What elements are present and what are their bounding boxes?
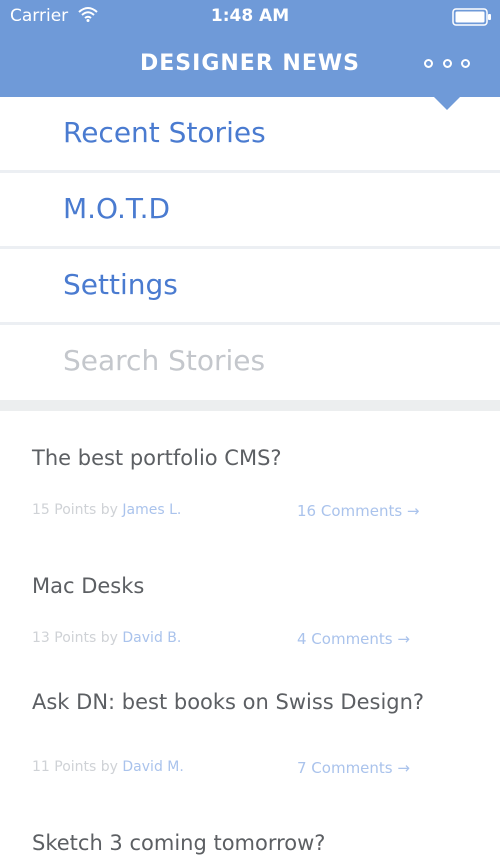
comments-link[interactable]: 7 Comments → <box>297 759 410 777</box>
story-title[interactable]: Ask DN: best books on Swiss Design? <box>32 688 432 716</box>
story-title[interactable]: Mac Desks <box>32 572 432 600</box>
story-item[interactable]: Sketch 3 coming tomorrow? <box>0 798 500 860</box>
menu-item-recent-stories[interactable]: Recent Stories <box>0 97 500 173</box>
search-input[interactable]: Search Stories <box>0 325 500 398</box>
comments-link[interactable]: 16 Comments → <box>297 502 420 520</box>
more-dot-icon <box>461 58 470 68</box>
menu-item-motd[interactable]: M.O.T.D <box>0 173 500 249</box>
more-options-button[interactable] <box>424 54 470 72</box>
search-placeholder: Search Stories <box>63 344 266 377</box>
story-item[interactable]: Ask DN: best books on Swiss Design? 11 P… <box>0 669 500 799</box>
clock: 1:48 AM <box>210 6 290 26</box>
more-dot-icon <box>424 58 433 68</box>
story-title[interactable]: The best portfolio CMS? <box>32 444 432 472</box>
story-author[interactable]: James L. <box>122 502 181 518</box>
story-meta: 15 Points by James L. <box>32 502 181 518</box>
menu-item-label: M.O.T.D <box>63 192 171 225</box>
battery-icon <box>452 8 491 26</box>
story-meta: 11 Points by David M. <box>32 759 184 775</box>
section-divider <box>0 400 500 411</box>
navigation-header: Carrier 1:48 AM DESIGNER NEWS <box>0 0 500 97</box>
story-meta: 13 Points by David B. <box>32 630 181 646</box>
menu-pointer-icon <box>434 97 460 110</box>
story-item[interactable]: The best portfolio CMS? 15 Points by Jam… <box>0 411 500 541</box>
comments-link[interactable]: 4 Comments → <box>297 630 410 648</box>
story-author[interactable]: David B. <box>122 630 181 646</box>
story-author[interactable]: David M. <box>122 759 183 775</box>
menu-item-label: Recent Stories <box>63 116 266 149</box>
story-points: 13 Points by <box>32 630 118 646</box>
status-bar: Carrier 1:48 AM <box>0 0 500 32</box>
story-points: 15 Points by <box>32 502 118 518</box>
more-dot-icon <box>442 58 452 68</box>
story-points: 11 Points by <box>32 759 118 775</box>
menu-item-label: Settings <box>63 268 178 301</box>
story-title[interactable]: Sketch 3 coming tomorrow? <box>32 829 432 857</box>
menu-item-settings[interactable]: Settings <box>0 249 500 325</box>
story-item[interactable]: Mac Desks 13 Points by David B. 4 Commen… <box>0 540 500 670</box>
